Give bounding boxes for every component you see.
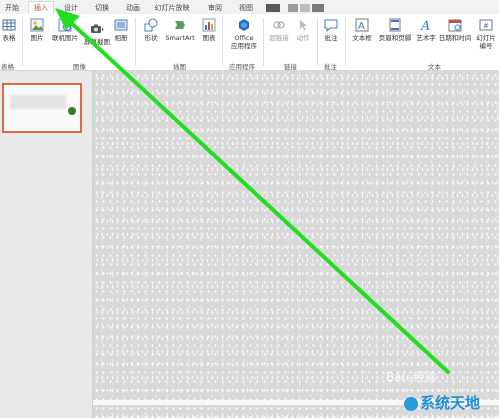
- action-icon: [300, 20, 307, 31]
- tab-animations[interactable]: 动画: [122, 2, 144, 14]
- group-divider: [22, 18, 23, 66]
- group-divider: [345, 18, 346, 66]
- redacted-tab: [288, 4, 298, 12]
- group-label-text: 文本: [428, 63, 441, 71]
- blurred-slide-content: [10, 95, 66, 109]
- group-divider: [222, 18, 223, 66]
- calendar-icon: [448, 19, 462, 32]
- chart-icon: [202, 18, 216, 32]
- photo-album-button[interactable]: 相册: [112, 18, 130, 42]
- camera-icon: [91, 24, 104, 33]
- wordart-button[interactable]: A 艺术字: [415, 18, 437, 42]
- group-divider: [317, 18, 318, 66]
- slide-dot-marker: [68, 107, 76, 115]
- textbox-button[interactable]: A 文本框: [350, 18, 374, 42]
- redacted-tab: [266, 4, 280, 12]
- table-button[interactable]: 表格: [0, 18, 18, 42]
- ribbon-tab-bar: 开始 插入 设计 切换 动画 幻灯片放映 审阅 视图: [0, 0, 499, 15]
- site-watermark: 系统天地: [404, 392, 480, 413]
- tab-review[interactable]: 审阅: [204, 2, 226, 14]
- picture-icon: [30, 18, 44, 32]
- picture-button[interactable]: 图片: [28, 18, 46, 42]
- group-label-apps: 应用程序: [229, 63, 255, 71]
- group-label-table: 表格: [1, 63, 14, 71]
- header-footer-button[interactable]: 页眉和页脚: [377, 18, 413, 42]
- table-icon: [2, 19, 16, 31]
- wordart-icon: A: [420, 19, 430, 32]
- redacted-tab: [312, 4, 324, 12]
- tab-transitions[interactable]: 切换: [91, 2, 113, 14]
- canvas-noise-texture: [93, 71, 499, 418]
- office-apps-icon: [239, 19, 249, 31]
- office-apps-button[interactable]: Office 应用程序: [228, 18, 260, 50]
- site-logo-icon: [404, 396, 418, 411]
- shapes-icon: [144, 18, 158, 32]
- ribbon: 表格 表格 图片 联机图片 屏幕截图 相册 图像 形状 SmartArt 图表 …: [0, 14, 499, 71]
- group-label-illustrations: 插图: [173, 63, 186, 71]
- smartart-icon: [175, 21, 185, 29]
- online-picture-icon: [58, 18, 72, 32]
- textbox-icon: A: [355, 18, 369, 32]
- slide-thumbnail[interactable]: [2, 83, 82, 133]
- slide-editing-canvas[interactable]: [93, 71, 499, 418]
- smartart-button[interactable]: SmartArt: [165, 18, 195, 42]
- tab-slideshow[interactable]: 幻灯片放映: [152, 2, 192, 14]
- comment-icon: [324, 19, 338, 32]
- svg-text:A: A: [420, 19, 430, 32]
- slide-number-button[interactable]: # 幻灯片 编号: [474, 18, 498, 50]
- group-label-links: 链接: [284, 63, 297, 71]
- chart-button[interactable]: 图表: [200, 18, 218, 42]
- action-button[interactable]: 动作: [294, 18, 312, 42]
- group-divider: [263, 18, 264, 66]
- group-label-comments: 批注: [324, 63, 337, 71]
- svg-text:#: #: [483, 22, 489, 30]
- svg-text:A: A: [358, 21, 365, 32]
- comment-button[interactable]: 批注: [322, 18, 340, 42]
- slide-number-icon: #: [479, 19, 493, 31]
- group-divider: [135, 18, 136, 66]
- tab-insert[interactable]: 插入: [28, 1, 54, 15]
- shapes-button[interactable]: 形状: [141, 18, 161, 42]
- online-picture-button[interactable]: 联机图片: [50, 18, 80, 42]
- tab-view[interactable]: 视图: [235, 2, 257, 14]
- slide-thumbnail-pane: [0, 71, 93, 418]
- screenshot-button[interactable]: 屏幕截图: [84, 22, 110, 46]
- date-time-button[interactable]: 日期和时间: [438, 18, 472, 42]
- header-footer-icon: [389, 18, 401, 32]
- baidu-watermark: Bai☃经验: [386, 370, 438, 384]
- group-label-images: 图像: [73, 63, 86, 71]
- link-icon: [273, 21, 285, 29]
- redacted-tab: [300, 4, 310, 12]
- hyperlink-button[interactable]: 超链接: [268, 18, 290, 42]
- photo-album-icon: [114, 19, 128, 31]
- tab-design[interactable]: 设计: [60, 2, 82, 14]
- tab-home[interactable]: 开始: [2, 2, 22, 14]
